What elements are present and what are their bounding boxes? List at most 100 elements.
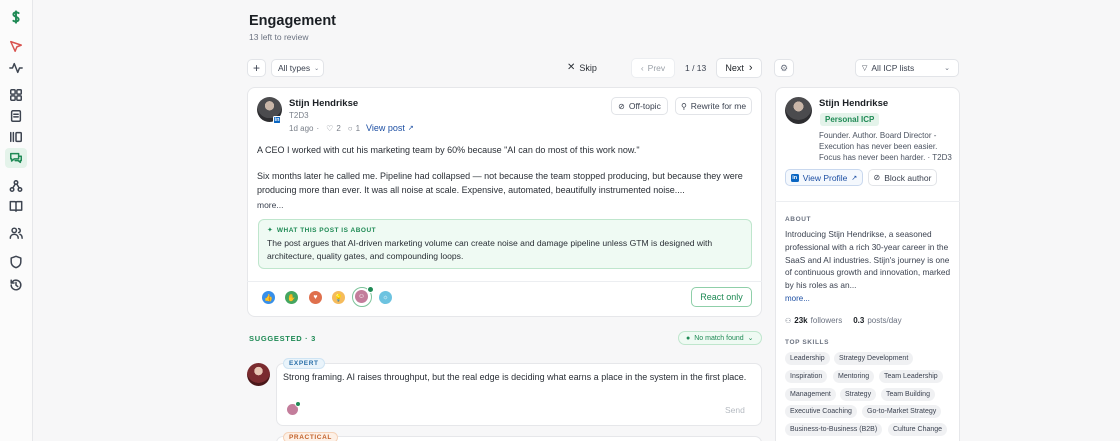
skill-chip: Management <box>785 388 836 401</box>
users-icon: ⚇ <box>785 317 792 325</box>
about-text: Introducing Stijn Hendrikse, a seasoned … <box>785 229 951 291</box>
card-divider <box>247 281 762 282</box>
skip-label: Skip <box>579 62 597 73</box>
chevron-down-icon: ⌄ <box>314 65 320 72</box>
about-more-link[interactable]: more... <box>785 294 810 303</box>
linkedin-icon: in <box>273 116 281 124</box>
view-post-label: View post <box>366 123 405 133</box>
history-icon[interactable] <box>8 277 24 293</box>
match-filter-dropdown[interactable]: ● No match found ⌄ <box>678 331 762 345</box>
post-time: 1d ago <box>289 124 314 133</box>
support-reaction-icon[interactable]: ☼ <box>379 291 392 304</box>
post-meta: 1d ago · ♡ 2 ○ 1 <box>289 124 360 133</box>
document-icon[interactable] <box>8 108 24 124</box>
view-profile-label: View Profile <box>802 172 848 183</box>
suggestion-avatar <box>247 363 270 386</box>
activity-icon[interactable] <box>8 60 24 76</box>
posts-label: posts/day <box>867 316 902 325</box>
slash-circle-icon: ⊘ <box>618 101 625 111</box>
summary-heading: WHAT THIS POST IS ABOUT <box>276 226 377 234</box>
filter-icon: ▽ <box>862 65 868 72</box>
type-filter-dropdown[interactable]: All types ⌄ <box>271 59 324 77</box>
post-author-name[interactable]: Stijn Hendrikse <box>289 98 358 109</box>
post-paragraph-2: Six months later he called me. Pipeline … <box>257 171 743 195</box>
rewrite-label: Rewrite for me <box>690 101 747 111</box>
settings-button[interactable]: ⚙ <box>774 59 794 77</box>
like-count: 2 <box>336 124 341 133</box>
view-post-link[interactable]: View post ↗ <box>366 123 414 133</box>
summary-heading-row: ✦ WHAT THIS POST IS ABOUT <box>267 226 377 235</box>
chevron-right-icon: › <box>748 62 753 74</box>
icp-list-label: All ICP lists <box>871 63 915 73</box>
nav-rail <box>0 0 33 441</box>
skill-chip: Strategy Development <box>834 352 914 365</box>
users-icon[interactable] <box>8 225 24 241</box>
rewrite-button[interactable]: ⚲ Rewrite for me <box>675 97 752 115</box>
skills-heading: TOP SKILLS <box>785 339 830 346</box>
like-reaction-icon[interactable]: 👍 <box>262 291 275 304</box>
block-author-label: Block author <box>884 172 932 183</box>
type-filter-label: All types <box>278 63 311 73</box>
shield-icon[interactable] <box>8 254 24 270</box>
chevron-down-icon: ⌄ <box>747 335 754 342</box>
celebrate-reaction-icon[interactable]: ✋ <box>285 291 298 304</box>
funny-reaction-icon[interactable]: ☺ <box>355 290 368 303</box>
post-paragraph-1: A CEO I worked with cut his marketing te… <box>257 145 640 155</box>
icp-list-dropdown[interactable]: ▽ All ICP lists ⌄ <box>855 59 959 77</box>
external-link-icon: ↗ <box>851 174 858 182</box>
network-icon[interactable] <box>8 178 24 194</box>
close-icon: ✕ <box>567 62 576 73</box>
status-dot-icon: ● <box>686 334 691 342</box>
post-card <box>247 87 762 317</box>
react-only-button[interactable]: React only <box>691 287 752 307</box>
skill-chip: Team Leadership <box>879 370 943 383</box>
library-icon[interactable] <box>8 129 24 145</box>
linkedin-icon: in <box>790 173 799 182</box>
add-button[interactable]: + <box>247 59 266 77</box>
block-author-button[interactable]: ⊘ Block author <box>868 169 937 186</box>
separator-dot: · <box>316 124 320 133</box>
off-topic-label: Off-topic <box>628 101 661 111</box>
skill-chip: Go-to-Market Strategy <box>862 405 942 418</box>
book-icon[interactable] <box>8 198 24 214</box>
insightful-reaction-icon[interactable]: 💡 <box>332 291 345 304</box>
suggested-label: SUGGESTED · 3 <box>249 334 317 343</box>
view-profile-button[interactable]: in View Profile ↗ <box>785 169 863 186</box>
next-label: Next <box>725 63 744 73</box>
heart-icon: ♡ <box>326 124 334 133</box>
post-author-handle: T2D3 <box>289 111 309 120</box>
send-icon[interactable] <box>8 38 24 54</box>
off-topic-button[interactable]: ⊘ Off-topic <box>611 97 668 115</box>
suggestion-text[interactable]: Strong framing. AI raises throughput, bu… <box>283 371 753 384</box>
next-button[interactable]: Next › <box>716 58 762 78</box>
dashboard-icon[interactable] <box>8 87 24 103</box>
send-button[interactable]: Send <box>725 405 745 415</box>
engagement-icon[interactable] <box>5 148 27 168</box>
posts-count: 0.3 <box>853 316 865 325</box>
post-summary-box: ✦ WHAT THIS POST IS ABOUT The post argue… <box>258 219 752 269</box>
comment-icon: ○ <box>347 124 353 133</box>
prev-button[interactable]: ‹ Prev <box>631 58 675 78</box>
icp-badge: Personal ICP <box>820 113 880 126</box>
profile-avatar <box>785 97 812 124</box>
check-badge-icon <box>367 286 374 293</box>
chevron-down-icon: ⌄ <box>944 65 950 72</box>
love-reaction-icon[interactable]: ♥ <box>309 291 322 304</box>
skill-chip: Business-to-Business (B2B) <box>785 423 883 436</box>
review-counter: 1 / 13 <box>685 63 707 73</box>
post-more-link[interactable]: more... <box>257 200 283 210</box>
summary-text: The post argues that AI-driven marketing… <box>267 238 713 261</box>
comment-count: 1 <box>355 124 361 133</box>
profile-divider <box>775 201 960 202</box>
main-area: Engagement 13 left to review + All types… <box>33 0 1120 441</box>
expert-tag: EXPERT <box>283 358 325 369</box>
app-logo-icon[interactable] <box>8 9 24 25</box>
page-title: Engagement <box>249 13 337 29</box>
skill-chip: Inspiration <box>785 370 828 383</box>
about-heading: ABOUT <box>785 216 812 223</box>
match-filter-label: No match found <box>694 334 744 342</box>
gear-icon: ⚙ <box>779 62 789 73</box>
profile-name: Stijn Hendrikse <box>819 98 889 109</box>
profile-headline: Founder. Author. Board Director - Execut… <box>819 131 952 162</box>
skip-button[interactable]: ✕ Skip <box>567 62 597 73</box>
